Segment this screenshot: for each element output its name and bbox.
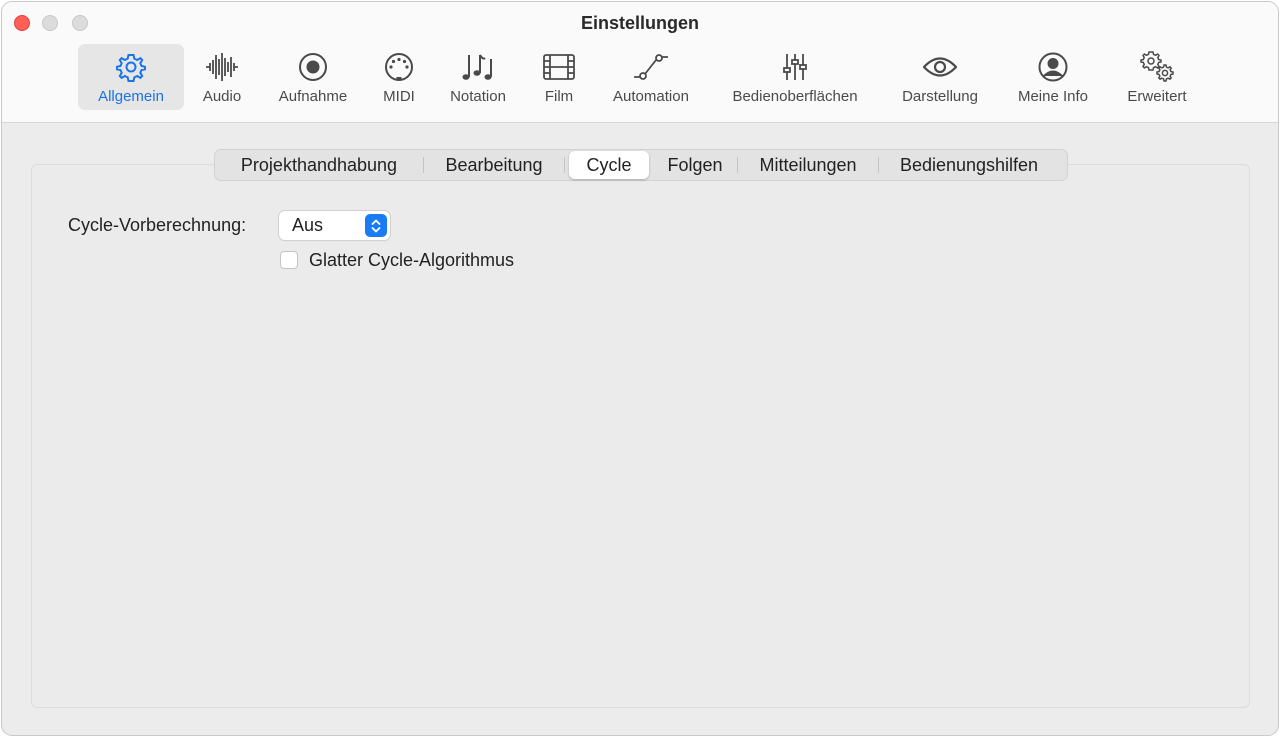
waveform-icon	[204, 50, 240, 84]
toolbar-label: Erweitert	[1127, 88, 1187, 105]
tab-mitteilungen[interactable]: Mitteilungen	[738, 151, 878, 179]
tab-bearbeitung[interactable]: Bearbeitung	[424, 151, 564, 179]
settings-window: Einstellungen Allgemein Audio Aufnahme M…	[1, 1, 1279, 736]
eye-icon	[922, 50, 958, 84]
gears-icon	[1139, 50, 1175, 84]
person-circle-icon	[1035, 50, 1071, 84]
segmented-tab-control: Projekthandhabung Bearbeitung Cycle Folg…	[214, 149, 1068, 181]
toolbar-label: Darstellung	[902, 88, 978, 105]
cycle-prerender-popup[interactable]: Aus	[279, 211, 390, 240]
toolbar-item-automation[interactable]: Automation	[604, 44, 698, 110]
toolbar-item-film[interactable]: Film	[536, 44, 582, 110]
toolbar-item-darstellung[interactable]: Darstellung	[892, 44, 988, 110]
tab-folgen[interactable]: Folgen	[653, 151, 737, 179]
toolbar-item-notation[interactable]: Notation	[440, 44, 516, 110]
toolbar-label: Bedienoberflächen	[732, 88, 858, 105]
popup-value: Aus	[292, 215, 324, 235]
toolbar-label: Meine Info	[1017, 88, 1089, 105]
toolbar-item-bedienoberflaechen[interactable]: Bedienoberflächen	[718, 44, 872, 110]
toolbar-label: Automation	[613, 88, 689, 105]
midi-port-icon	[381, 50, 417, 84]
smooth-cycle-checkbox[interactable]	[280, 251, 298, 269]
settings-panel	[31, 164, 1250, 708]
automation-curve-icon	[633, 50, 669, 84]
window-title: Einstellungen	[580, 13, 699, 33]
toolbar-label: MIDI	[383, 88, 415, 105]
tab-cycle[interactable]: Cycle	[569, 151, 649, 179]
up-down-chevron-icon	[365, 214, 387, 237]
gear-icon	[113, 50, 149, 84]
toolbar-item-allgemein[interactable]: Allgemein	[78, 44, 184, 110]
record-icon	[295, 50, 331, 84]
toolbar-label: Audio	[202, 88, 242, 105]
toolbar-item-erweitert[interactable]: Erweitert	[1118, 44, 1196, 110]
tab-bedienungshilfen[interactable]: Bedienungshilfen	[879, 151, 1059, 179]
tab-projekthandhabung[interactable]: Projekthandhabung	[215, 151, 423, 179]
title-bar: Einstellungen Allgemein Audio Aufnahme M…	[2, 2, 1278, 123]
toolbar-label: Notation	[450, 88, 506, 105]
toolbar-label: Allgemein	[98, 88, 164, 105]
smooth-cycle-label[interactable]: Glatter Cycle-Algorithmus	[309, 250, 514, 271]
sliders-icon	[777, 50, 813, 84]
toolbar-item-meine-info[interactable]: Meine Info	[1008, 44, 1098, 110]
film-icon	[541, 50, 577, 84]
cycle-prerender-label: Cycle-Vorberechnung:	[68, 215, 247, 235]
music-notes-icon	[460, 50, 496, 84]
tab-separator	[564, 157, 565, 173]
toolbar-item-aufnahme[interactable]: Aufnahme	[268, 44, 358, 110]
toolbar-item-midi[interactable]: MIDI	[374, 44, 424, 110]
toolbar-label: Film	[544, 88, 574, 105]
toolbar-label: Aufnahme	[278, 88, 348, 105]
toolbar-item-audio[interactable]: Audio	[192, 44, 252, 110]
